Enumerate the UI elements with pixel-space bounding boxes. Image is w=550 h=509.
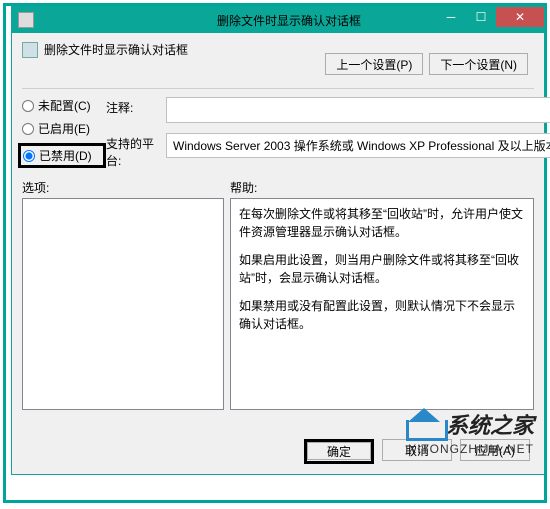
maximize-button[interactable]: ☐	[466, 7, 496, 27]
options-label: 选项:	[22, 179, 230, 196]
options-pane	[22, 198, 224, 410]
next-setting-button[interactable]: 下一个设置(N)	[429, 53, 528, 75]
help-text-1: 在每次删除文件或将其移至“回收站”时，允许用户使文件资源管理器显示确认对话框。	[239, 205, 525, 241]
prev-setting-button[interactable]: 上一个设置(P)	[325, 53, 423, 75]
radio-disabled-input[interactable]	[23, 150, 35, 162]
help-text-2: 如果启用此设置，则当用户删除文件或将其移至“回收站”时，会显示确认对话框。	[239, 251, 525, 287]
help-pane: 在每次删除文件或将其移至“回收站”时，允许用户使文件资源管理器显示确认对话框。 …	[230, 198, 534, 410]
policy-icon	[22, 42, 38, 58]
platform-value: Windows Server 2003 操作系统或 Windows XP Pro…	[166, 133, 550, 158]
radio-not-configured[interactable]: 未配置(C)	[22, 97, 106, 114]
radio-not-configured-label: 未配置(C)	[38, 97, 91, 114]
platform-label: 支持的平台:	[106, 133, 166, 169]
apply-button[interactable]: 应用(A)	[460, 439, 530, 461]
ok-button[interactable]: 确定	[307, 442, 371, 460]
app-icon	[18, 12, 34, 28]
comment-label: 注释:	[106, 97, 166, 116]
close-button[interactable]: ✕	[496, 7, 544, 27]
radio-enabled[interactable]: 已启用(E)	[22, 120, 106, 137]
titlebar: 删除文件时显示确认对话框 ─ ☐ ✕	[12, 7, 544, 33]
help-text-3: 如果禁用或没有配置此设置，则默认情况下不会显示确认对话框。	[239, 297, 525, 333]
policy-title: 删除文件时显示确认对话框	[44, 41, 188, 58]
highlight-ok: 确定	[304, 439, 374, 464]
help-label: 帮助:	[230, 179, 257, 196]
radio-not-configured-input[interactable]	[22, 100, 34, 112]
radio-disabled-label: 已禁用(D)	[39, 147, 92, 164]
radio-enabled-input[interactable]	[22, 123, 34, 135]
radio-enabled-label: 已启用(E)	[38, 120, 90, 137]
dialog-window: 删除文件时显示确认对话框 ─ ☐ ✕ 删除文件时显示确认对话框 上一个设置(P)…	[11, 6, 545, 475]
comment-input[interactable]	[166, 97, 550, 123]
cancel-button[interactable]: 取消	[382, 439, 452, 461]
minimize-button[interactable]: ─	[436, 7, 466, 27]
highlight-disabled: 已禁用(D)	[18, 143, 106, 168]
radio-disabled[interactable]: 已禁用(D)	[23, 147, 101, 164]
